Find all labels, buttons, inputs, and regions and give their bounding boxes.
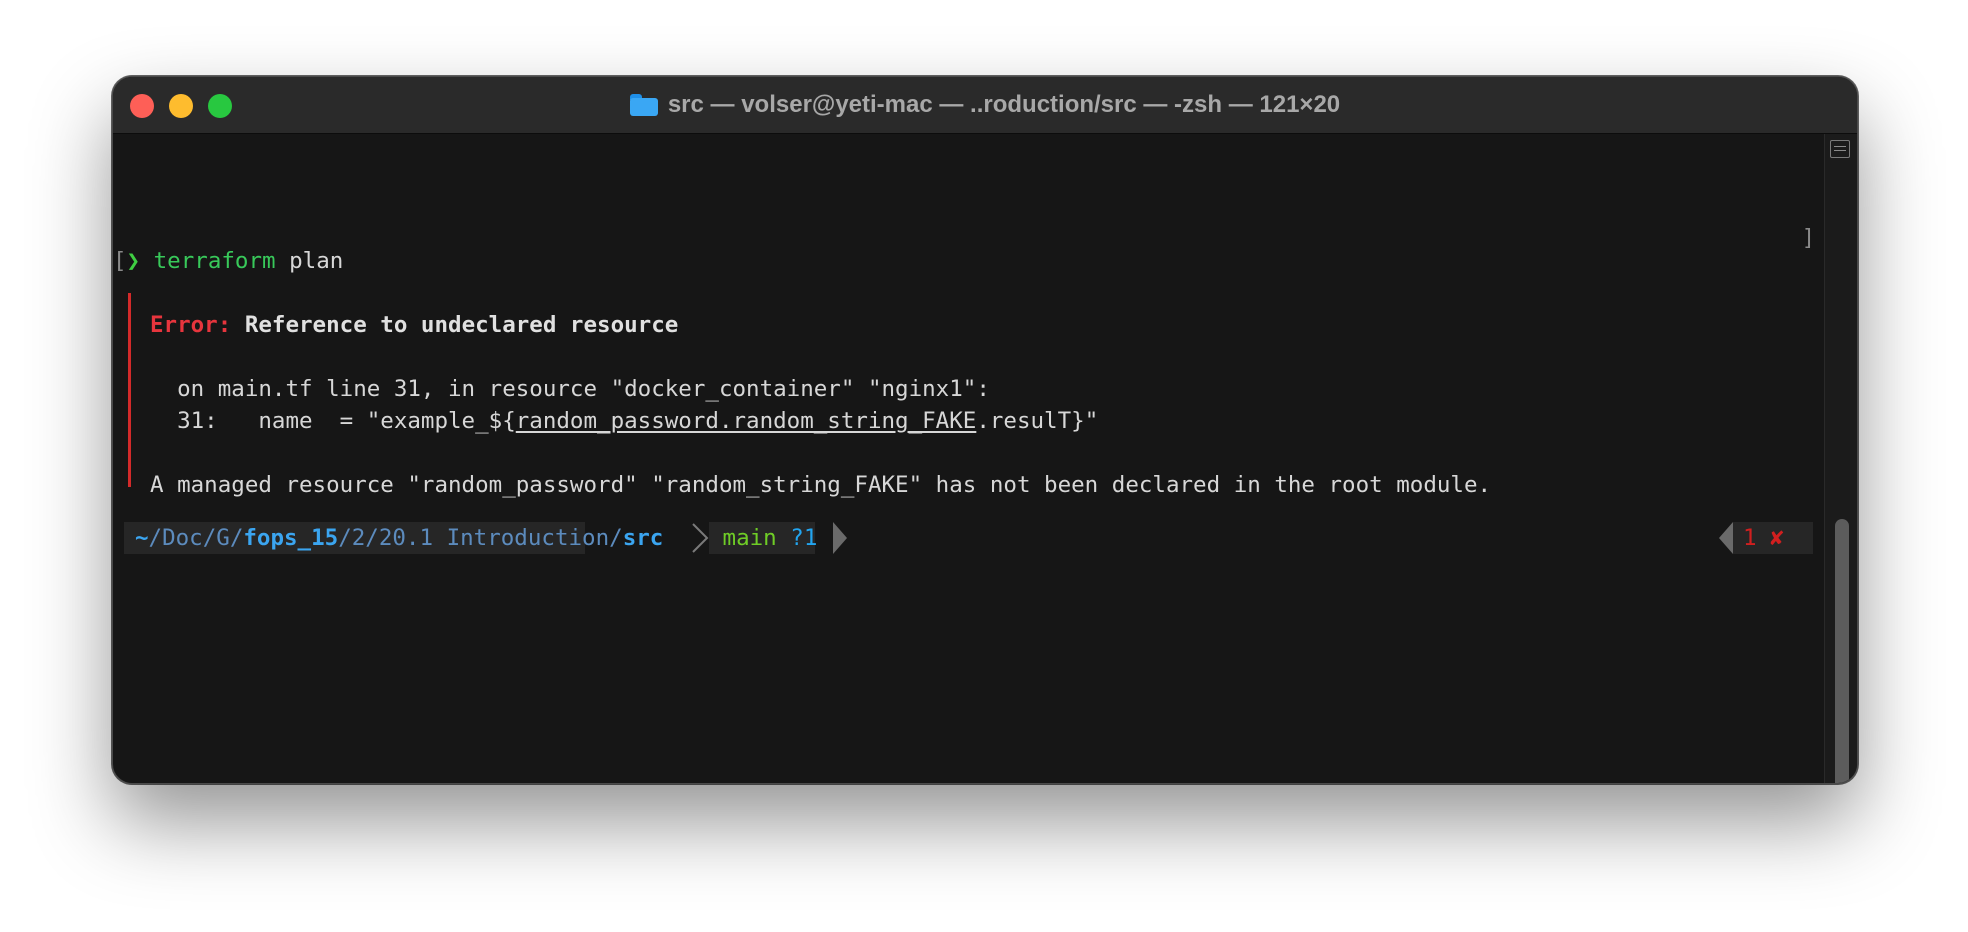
command-args: plan (275, 248, 344, 274)
error-block-bar (128, 293, 131, 487)
prompt-git: main ?1 (709, 522, 818, 554)
git-branch: main (722, 525, 777, 551)
window-title-area: src — volser@yeti-mac — ..roduction/src … (113, 77, 1857, 133)
error-title: Reference to undeclared resource (231, 312, 679, 338)
title-bar[interactable]: src — volser@yeti-mac — ..roduction/src … (113, 77, 1857, 134)
error-heading: Error: Reference to undeclared resource (150, 309, 678, 341)
prompt-end-arrow-icon (833, 522, 847, 554)
terminal-content[interactable]: [❯ terraform plan Error: Reference to un… (113, 134, 1825, 783)
terminal-window: src — volser@yeti-mac — ..roduction/src … (112, 76, 1858, 784)
line-bracket-right: ] (1801, 226, 1815, 251)
prompt-chevron: ❯ (126, 248, 141, 274)
scrollbar[interactable] (1824, 134, 1857, 783)
git-status: ?1 (790, 525, 818, 551)
command-name: terraform (153, 248, 276, 274)
split-pane-icon[interactable] (1830, 140, 1850, 158)
error-message: A managed resource "random_password" "ra… (150, 472, 1492, 498)
prompt-git-spacer (585, 522, 705, 554)
exit-status: 1 ✘ (1733, 522, 1813, 554)
path-segment-3: /2/20.1 Introduction/ (338, 525, 623, 551)
code-reference: random_password.random_string_FAKE (515, 408, 977, 434)
rprompt-start-arrow-icon (1719, 522, 1733, 554)
window-title: src — volser@yeti-mac — ..roduction/src … (667, 91, 1341, 118)
path-segment-2: fops_15 (243, 525, 339, 551)
cross-icon: ✘ (1770, 525, 1784, 551)
exit-code: 1 (1743, 525, 1757, 551)
command-line: [❯ terraform plan (113, 245, 343, 277)
error-label: Error: (150, 312, 232, 338)
folder-icon (629, 94, 658, 116)
prompt-path: ~/Doc/G/fops_15/2/20.1 Introduction/src (124, 522, 663, 554)
code-suffix: .resulT}" (976, 408, 1099, 434)
error-location: on main.tf line 31, in resource "docker_… (150, 376, 990, 402)
code-prefix: 31: name = "example_${ (150, 408, 516, 434)
error-code-line: 31: name = "example_${random_password.ra… (150, 405, 1098, 437)
path-home: ~ (135, 525, 149, 551)
scrollbar-thumb[interactable] (1835, 519, 1849, 783)
line-bracket-left: [ (113, 248, 127, 274)
path-segment-1: /Doc/G/ (148, 525, 244, 551)
